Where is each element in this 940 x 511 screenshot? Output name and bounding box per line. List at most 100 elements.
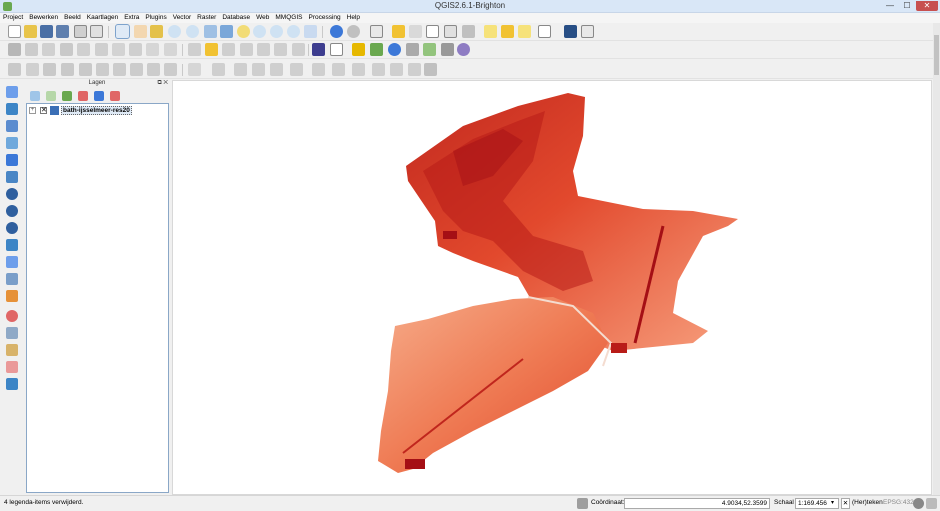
zoom-last-icon[interactable] (270, 25, 283, 38)
close-button[interactable]: ✕ (916, 1, 938, 11)
menu-processing[interactable]: Processing (305, 13, 343, 21)
add-virtual-layer-icon[interactable] (6, 290, 18, 302)
save-edits-icon[interactable] (42, 43, 55, 56)
python-console-icon[interactable] (352, 43, 365, 56)
save-as-icon[interactable] (56, 25, 69, 38)
menu-plugins[interactable]: Plugins (142, 13, 169, 21)
adv-tool-8-icon[interactable] (130, 63, 143, 76)
copy-features-icon[interactable] (146, 43, 159, 56)
adv-tool-15-icon[interactable] (270, 63, 283, 76)
add-gps-icon[interactable] (6, 327, 18, 339)
delete-selected-icon[interactable] (112, 43, 125, 56)
maximize-button[interactable]: ☐ (899, 1, 915, 11)
composer-manager-icon[interactable] (90, 25, 103, 38)
plugin-a-icon[interactable] (406, 43, 419, 56)
label-highlight-icon[interactable] (205, 43, 218, 56)
label-move-icon[interactable] (222, 43, 235, 56)
adv-tool-1-icon[interactable] (8, 63, 21, 76)
attribute-table-icon[interactable] (426, 25, 439, 38)
select-pan-arrow-icon[interactable] (115, 24, 130, 39)
add-raster-layer-icon[interactable] (6, 103, 18, 115)
menu-help[interactable]: Help (344, 13, 363, 21)
label-rotate-icon[interactable] (240, 43, 253, 56)
geo-plugin-icon[interactable] (370, 43, 383, 56)
add-mssql-layer-icon[interactable] (6, 154, 18, 166)
close-panel-button[interactable]: ✕ (163, 80, 168, 86)
menu-web[interactable]: Web (253, 13, 272, 21)
add-track-icon[interactable] (6, 344, 18, 356)
toggle-editing-icon[interactable] (25, 43, 38, 56)
adv-tool-6-icon[interactable] (96, 63, 109, 76)
label-pin-icon[interactable] (188, 43, 201, 56)
map-canvas[interactable] (172, 80, 932, 495)
move-feature-icon[interactable] (77, 43, 90, 56)
projection-icon[interactable] (913, 498, 924, 509)
menu-project[interactable]: Project (0, 13, 26, 21)
map-tips-icon[interactable] (484, 25, 497, 38)
adv-tool-9-icon[interactable] (147, 63, 160, 76)
label-property-icon[interactable] (292, 43, 305, 56)
adv-tool-7-icon[interactable] (113, 63, 126, 76)
new-shapefile-icon[interactable] (6, 256, 18, 268)
layer-name[interactable]: bath-ijsselmeer-res20 (61, 106, 132, 115)
adv-tool-20-icon[interactable] (372, 63, 385, 76)
adv-tool-19-icon[interactable] (352, 63, 365, 76)
filter-legend-icon[interactable] (62, 91, 72, 101)
zoom-next-icon[interactable] (287, 25, 300, 38)
menu-extra[interactable]: Extra (121, 13, 142, 21)
csv-layer-icon[interactable] (330, 43, 343, 56)
float-panel-button[interactable]: ⧉ (157, 80, 161, 86)
select-features-icon[interactable] (370, 25, 383, 38)
add-delimited-text-icon[interactable] (6, 239, 18, 251)
menu-mmqgis[interactable]: MMQGIS (272, 13, 305, 21)
show-bookmarks-icon[interactable] (518, 25, 531, 38)
adv-tool-14-icon[interactable] (252, 63, 265, 76)
pan-hand-icon[interactable] (134, 25, 147, 38)
adv-tool-4-icon[interactable] (61, 63, 74, 76)
add-osm-icon[interactable] (6, 378, 18, 390)
refresh-icon[interactable] (304, 25, 317, 38)
measure-line-icon[interactable] (462, 25, 475, 38)
adv-tool-18-icon[interactable] (332, 63, 345, 76)
layer-item[interactable]: + ✕ bath-ijsselmeer-res20 (29, 106, 167, 115)
menu-vector[interactable]: Vector (170, 13, 194, 21)
add-oracle-layer-icon[interactable] (6, 171, 18, 183)
collapse-all-icon[interactable] (94, 91, 104, 101)
add-pdf-icon[interactable] (6, 361, 18, 373)
add-vector-layer-icon[interactable] (6, 86, 18, 98)
add-wms-layer-icon[interactable] (6, 188, 18, 200)
adv-tool-12-icon[interactable] (212, 63, 225, 76)
zoom-to-layer-icon[interactable] (253, 25, 266, 38)
plugin-tool-icon[interactable] (312, 43, 325, 56)
save-project-icon[interactable] (40, 25, 53, 38)
add-postgis-layer-icon[interactable] (6, 120, 18, 132)
select-by-expression-icon[interactable] (409, 25, 422, 38)
messages-icon[interactable] (926, 498, 937, 509)
menu-bewerken[interactable]: Bewerken (26, 13, 61, 21)
adv-tool-10-icon[interactable] (164, 63, 177, 76)
plugin-c-icon[interactable] (441, 43, 454, 56)
coordinate-field[interactable]: 4.9034,52.3599 (624, 498, 770, 509)
zoom-to-selection-icon[interactable] (237, 25, 250, 38)
plugin-d-icon[interactable] (457, 43, 470, 56)
expand-toggle[interactable]: + (29, 107, 36, 114)
print-composer-icon[interactable] (74, 25, 87, 38)
expand-all-icon[interactable] (78, 91, 88, 101)
help-book-icon[interactable] (564, 25, 577, 38)
scale-dropdown-chevron-icon[interactable]: ▾ (828, 498, 837, 509)
visibility-presets-icon[interactable] (30, 91, 40, 101)
run-action-icon[interactable] (347, 25, 360, 38)
whats-this-icon[interactable] (581, 25, 594, 38)
zoom-actual-size-icon[interactable] (204, 25, 217, 38)
current-edits-icon[interactable] (8, 43, 21, 56)
new-bookmark-icon[interactable] (501, 25, 514, 38)
open-project-icon[interactable] (24, 25, 37, 38)
adv-tool-22-icon[interactable] (408, 63, 421, 76)
add-wcs-layer-icon[interactable] (6, 205, 18, 217)
add-point-icon[interactable] (6, 310, 18, 322)
identify-icon[interactable] (330, 25, 343, 38)
zoom-in-icon[interactable] (168, 25, 181, 38)
adv-tool-13-icon[interactable] (234, 63, 247, 76)
menu-beeld[interactable]: Beeld (61, 13, 84, 21)
window-scrollbar[interactable] (933, 23, 940, 495)
